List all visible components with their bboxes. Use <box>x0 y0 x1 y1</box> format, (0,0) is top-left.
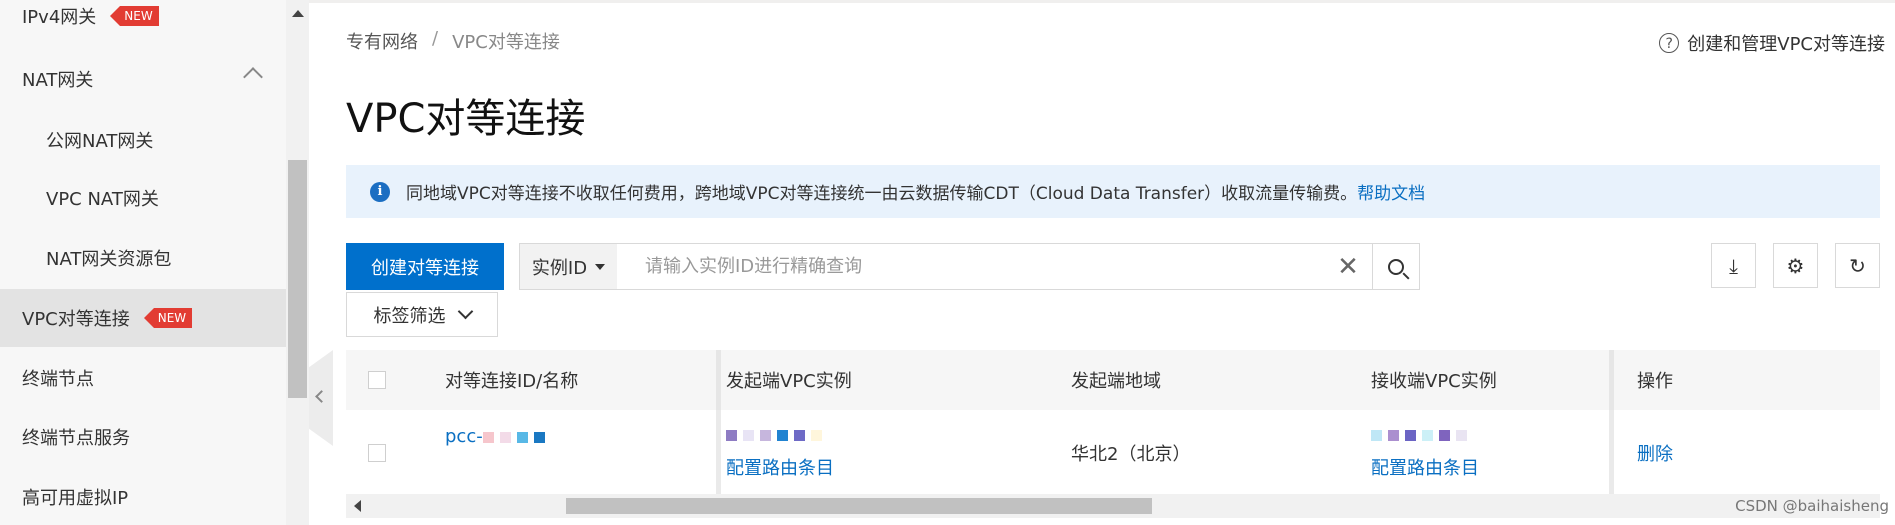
breadcrumb: 专有网络 / VPC对等连接 <box>346 28 560 54</box>
sidebar-item-nat-gateway[interactable]: NAT网关 <box>0 50 286 108</box>
settings-button[interactable]: ⚙ <box>1773 243 1818 288</box>
table-row: pcc- 配置路由条目 华北2（北京） 配置路由条目 删除 <box>346 410 1880 495</box>
sidebar-item-nat-package[interactable]: NAT网关资源包 <box>0 229 286 287</box>
info-notice: i 同地域VPC对等连接不收取任何费用，跨地域VPC对等连接统一由云数据传输CD… <box>346 165 1880 218</box>
search-icon <box>1388 258 1404 275</box>
scroll-left-arrow-icon[interactable] <box>354 500 361 512</box>
help-link[interactable]: ? 创建和管理VPC对等连接 <box>1659 30 1885 56</box>
create-peering-button[interactable]: 创建对等连接 <box>346 243 504 290</box>
sidebar-item-public-nat[interactable]: 公网NAT网关 <box>0 111 286 169</box>
new-badge: NEW <box>110 6 159 26</box>
search-box: 实例ID ✕ <box>519 243 1420 290</box>
sidebar-item-vpc-nat[interactable]: VPC NAT网关 <box>0 169 286 227</box>
origin-vpc-id[interactable] <box>726 424 828 445</box>
sidebar-item-label: IPv4网关 <box>22 7 97 28</box>
column-header-id[interactable]: 对等连接ID/名称 <box>445 350 578 410</box>
refresh-button[interactable]: ↻ <box>1835 243 1880 288</box>
breadcrumb-separator: / <box>432 28 439 49</box>
scroll-up-arrow-icon[interactable] <box>292 10 304 17</box>
sidebar-item-label: VPC对等连接 <box>22 309 130 330</box>
new-badge: NEW <box>143 308 193 328</box>
column-header-origin-vpc[interactable]: 发起端VPC实例 <box>726 350 852 410</box>
sidebar-scrollbar[interactable] <box>286 0 309 525</box>
sidebar-item-endpoint[interactable]: 终端节点 <box>0 349 286 407</box>
receiver-route-link[interactable]: 配置路由条目 <box>1371 454 1479 480</box>
info-icon: i <box>370 181 390 202</box>
breadcrumb-current: VPC对等连接 <box>452 32 560 53</box>
collapse-sidebar-toggle[interactable] <box>309 350 333 446</box>
help-link-label: 创建和管理VPC对等连接 <box>1687 34 1885 55</box>
column-header-receiver-vpc[interactable]: 接收端VPC实例 <box>1371 350 1497 410</box>
breadcrumb-root[interactable]: 专有网络 <box>346 28 418 54</box>
sidebar-item-endpoint-service[interactable]: 终端节点服务 <box>0 408 286 466</box>
gear-icon: ⚙ <box>1786 253 1805 278</box>
table-header: 对等连接ID/名称 发起端VPC实例 发起端地域 接收端VPC实例 操作 <box>346 350 1880 410</box>
tag-filter-label: 标签筛选 <box>373 305 446 327</box>
peering-id-link[interactable]: pcc- <box>445 426 551 447</box>
sidebar-nav: IPv4网关 NEW NAT网关 公网NAT网关 VPC NAT网关 NAT网关… <box>0 0 309 525</box>
tag-filter-dropdown[interactable]: 标签筛选 <box>346 292 498 337</box>
receiver-vpc-id[interactable] <box>1371 424 1473 445</box>
origin-route-link[interactable]: 配置路由条目 <box>726 454 834 480</box>
sidebar-item-label: 高可用虚拟IP <box>22 488 129 509</box>
sidebar-item-label: 终端节点 <box>22 369 94 390</box>
help-doc-link[interactable]: 帮助文档 <box>1357 179 1425 204</box>
sidebar-item-label: VPC NAT网关 <box>46 189 159 210</box>
clear-icon[interactable]: ✕ <box>1324 252 1372 282</box>
chevron-up-icon <box>243 67 263 87</box>
sidebar-item-havip[interactable]: 高可用虚拟IP <box>0 468 286 525</box>
column-header-origin-region[interactable]: 发起端地域 <box>1071 350 1161 410</box>
sidebar-item-label: NAT网关 <box>22 70 94 91</box>
refresh-icon: ↻ <box>1849 253 1866 278</box>
delete-link[interactable]: 删除 <box>1637 440 1673 466</box>
caret-down-icon <box>595 263 606 270</box>
scrollbar-thumb[interactable] <box>566 498 1152 514</box>
search-field-value: 实例ID <box>531 257 588 279</box>
peering-table: 对等连接ID/名称 发起端VPC实例 发起端地域 接收端VPC实例 操作 pcc… <box>346 350 1880 495</box>
download-icon: ⤓ <box>1729 253 1738 278</box>
frozen-column-shadow <box>716 350 721 495</box>
scrollbar-thumb[interactable] <box>288 160 307 398</box>
peering-id-prefix: pcc- <box>445 426 483 447</box>
search-input[interactable] <box>617 244 1324 289</box>
sidebar-item-vpc-peering[interactable]: VPC对等连接 NEW <box>0 289 286 347</box>
watermark: CSDN @baihaisheng <box>1735 497 1889 515</box>
origin-region: 华北2（北京） <box>1071 444 1191 465</box>
sidebar-item-ipv4-gateway[interactable]: IPv4网关 NEW <box>0 0 286 45</box>
row-checkbox[interactable] <box>368 444 386 462</box>
search-field-select[interactable]: 实例ID <box>520 244 617 289</box>
sidebar-item-label: NAT网关资源包 <box>46 249 172 270</box>
question-circle-icon: ? <box>1659 33 1680 53</box>
frozen-column-shadow <box>1609 350 1614 495</box>
sidebar-item-label: 公网NAT网关 <box>46 131 154 152</box>
sidebar-item-label: 终端节点服务 <box>22 428 130 449</box>
chevron-down-icon <box>457 303 473 320</box>
notice-text: 同地域VPC对等连接不收取任何费用，跨地域VPC对等连接统一由云数据传输CDT（… <box>406 184 1358 204</box>
page-title: VPC对等连接 <box>346 96 586 142</box>
select-all-checkbox[interactable] <box>368 371 386 389</box>
column-header-actions: 操作 <box>1637 371 1673 392</box>
chevron-left-icon <box>315 390 328 403</box>
table-horizontal-scrollbar[interactable] <box>346 494 1880 518</box>
download-button[interactable]: ⤓ <box>1711 243 1756 288</box>
search-button[interactable] <box>1372 244 1419 289</box>
